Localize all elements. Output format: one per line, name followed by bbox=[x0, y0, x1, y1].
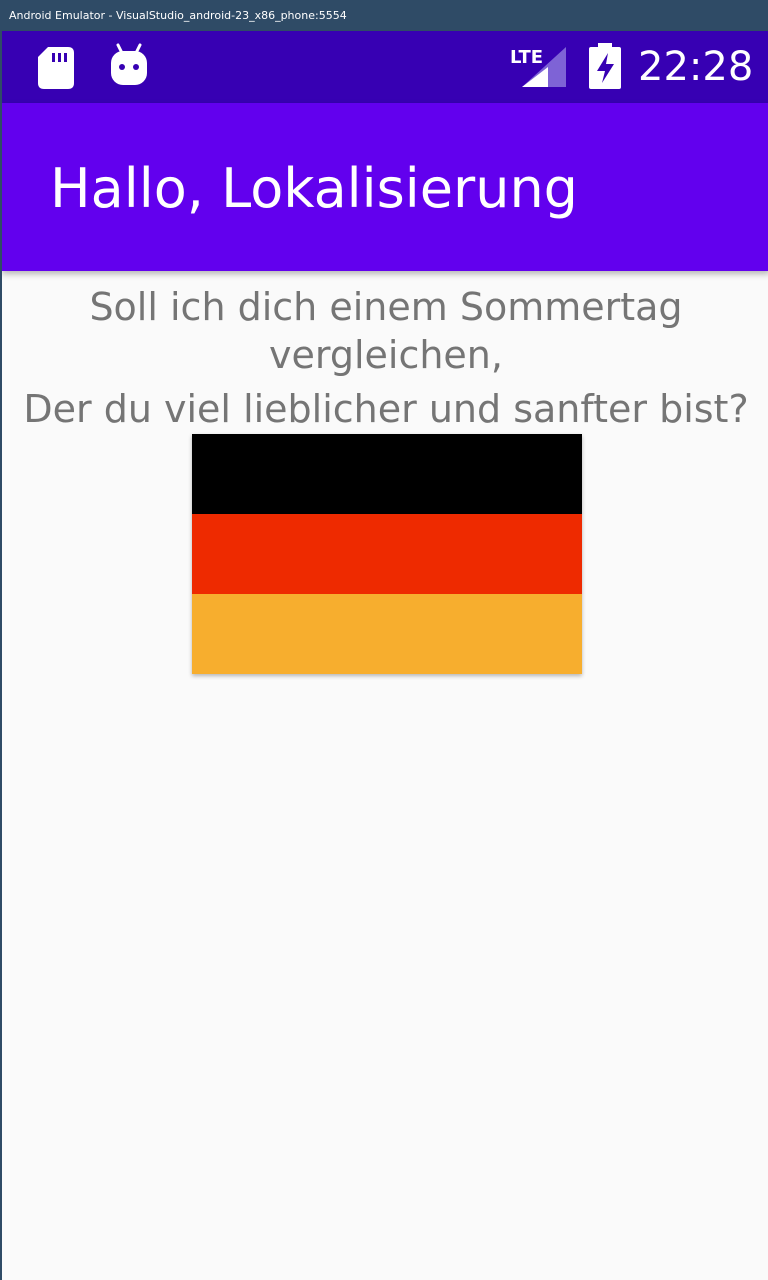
app-bar: Hallo, Lokalisierung bbox=[2, 103, 768, 271]
content-area: Soll ich dich einem Sommertag vergleiche… bbox=[2, 271, 768, 433]
phone-screen: LTE 22:28 Hallo, Lokalisierung Soll ich … bbox=[0, 31, 768, 1280]
android-debug-icon bbox=[108, 43, 150, 87]
poem-line-2: Der du viel lieblicher und sanfter bist? bbox=[23, 387, 749, 431]
lte-signal-icon: LTE bbox=[510, 43, 568, 89]
germany-flag-image bbox=[192, 434, 582, 674]
flag-stripe-black bbox=[192, 434, 582, 514]
flag-stripe-red bbox=[192, 514, 582, 594]
poem-line-1: Soll ich dich einem Sommertag vergleiche… bbox=[89, 285, 683, 377]
status-clock: 22:28 bbox=[638, 44, 754, 90]
battery-charging-icon bbox=[588, 43, 622, 89]
emulator-window-title: Android Emulator - VisualStudio_android-… bbox=[0, 0, 768, 31]
flag-stripe-gold bbox=[192, 594, 582, 674]
app-title: Hallo, Lokalisierung bbox=[50, 157, 578, 220]
status-bar: LTE 22:28 bbox=[2, 31, 768, 103]
sd-card-icon bbox=[38, 47, 74, 89]
lte-label: LTE bbox=[510, 47, 543, 68]
